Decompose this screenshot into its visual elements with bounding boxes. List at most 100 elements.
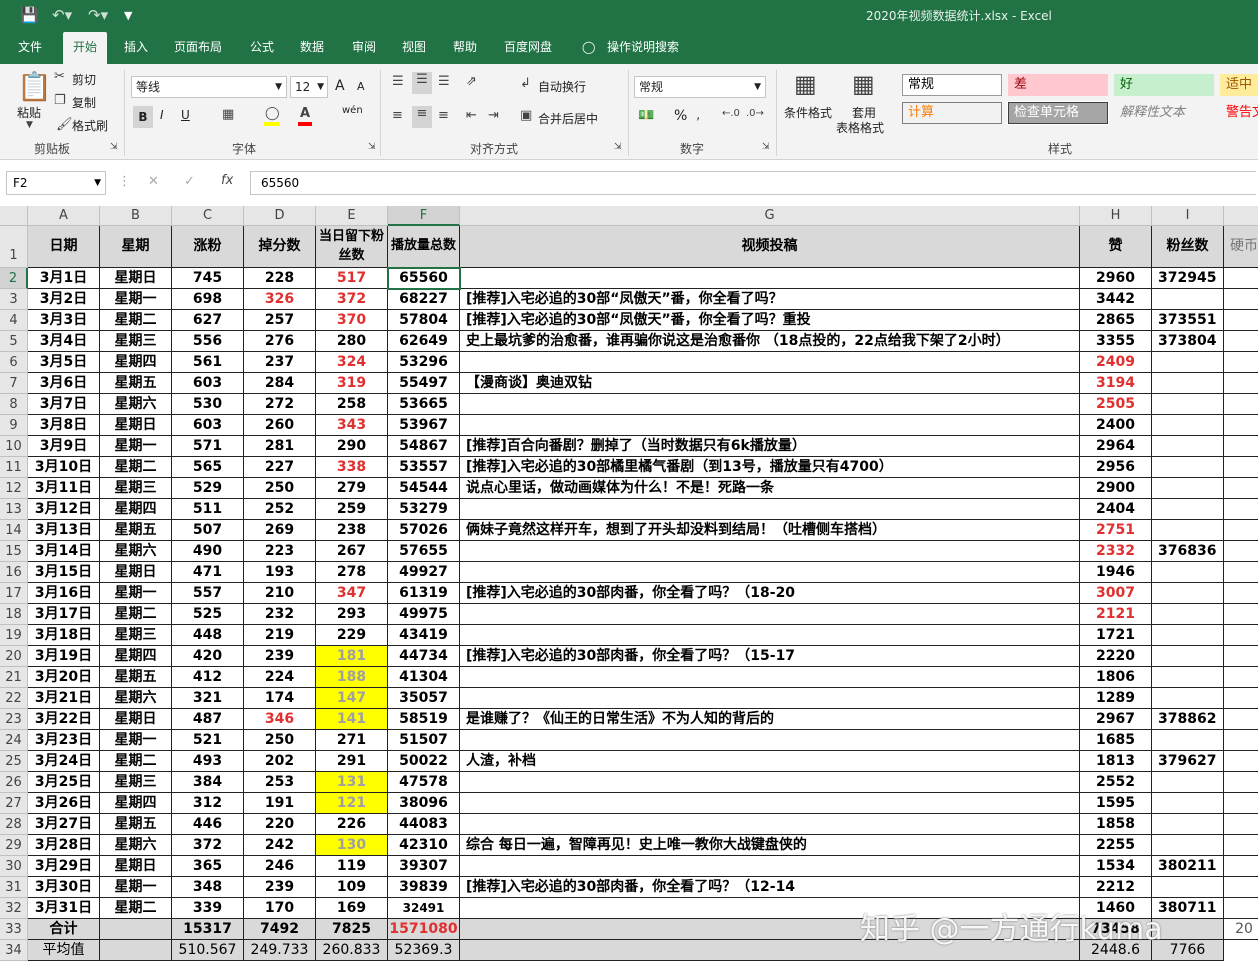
wrap-text-button[interactable]: 自动换行 <box>538 78 586 95</box>
font-size-select[interactable]: 12 ▼ <box>290 76 328 98</box>
cell-D23[interactable]: 346 <box>244 709 316 730</box>
cell-I22[interactable] <box>1152 688 1224 709</box>
cell-G19[interactable] <box>460 625 1080 646</box>
cell-A21[interactable]: 3月20日 <box>28 667 100 688</box>
cell-F30[interactable]: 39307 <box>388 856 460 877</box>
cell-J28[interactable] <box>1224 814 1258 835</box>
cell-C17[interactable]: 557 <box>172 583 244 604</box>
cell-G15[interactable] <box>460 541 1080 562</box>
cell-F34[interactable]: 52369.3 <box>388 940 460 961</box>
cell-B13[interactable]: 星期四 <box>100 499 172 520</box>
cell-A22[interactable]: 3月21日 <box>28 688 100 709</box>
cell-J30[interactable] <box>1224 856 1258 877</box>
cell-A19[interactable]: 3月18日 <box>28 625 100 646</box>
cell-H31[interactable]: 2212 <box>1080 877 1152 898</box>
cell-B27[interactable]: 星期四 <box>100 793 172 814</box>
underline-button[interactable]: U <box>181 108 190 122</box>
cell-A6[interactable]: 3月5日 <box>28 352 100 373</box>
cell-E13[interactable]: 259 <box>316 499 388 520</box>
cell-H22[interactable]: 1289 <box>1080 688 1152 709</box>
cell-D22[interactable]: 174 <box>244 688 316 709</box>
cell-A26[interactable]: 3月25日 <box>28 772 100 793</box>
column-header-next[interactable] <box>1224 206 1258 226</box>
cell-J15[interactable] <box>1224 541 1258 562</box>
decrease-indent-icon[interactable]: ⇤ <box>466 108 477 123</box>
merge-center-icon[interactable]: ▣ <box>520 108 532 123</box>
cell-B29[interactable]: 星期六 <box>100 835 172 856</box>
cell-E17[interactable]: 347 <box>316 583 388 604</box>
cell-I6[interactable] <box>1152 352 1224 373</box>
cell-C10[interactable]: 571 <box>172 436 244 457</box>
cell-I20[interactable] <box>1152 646 1224 667</box>
row-header-16[interactable]: 16 <box>0 562 28 583</box>
name-box[interactable]: F2 ▼ <box>6 171 106 195</box>
cell-J9[interactable] <box>1224 415 1258 436</box>
cell-B9[interactable]: 星期日 <box>100 415 172 436</box>
cell-A23[interactable]: 3月22日 <box>28 709 100 730</box>
cell-F33[interactable]: 1571080 <box>388 919 460 940</box>
tab-formulas[interactable]: 公式 <box>250 32 274 64</box>
row-header-20[interactable]: 20 <box>0 646 28 667</box>
cell-D1[interactable]: 掉分数 <box>244 226 316 268</box>
cell-I2[interactable]: 372945 <box>1152 268 1224 289</box>
cell-H13[interactable]: 2404 <box>1080 499 1152 520</box>
cell-J22[interactable] <box>1224 688 1258 709</box>
cell-E24[interactable]: 271 <box>316 730 388 751</box>
cell-C32[interactable]: 339 <box>172 898 244 919</box>
cell-B6[interactable]: 星期四 <box>100 352 172 373</box>
cell-I26[interactable] <box>1152 772 1224 793</box>
row-header-19[interactable]: 19 <box>0 625 28 646</box>
cell-H23[interactable]: 2967 <box>1080 709 1152 730</box>
cell-H15[interactable]: 2332 <box>1080 541 1152 562</box>
cell-style-5[interactable]: 计算 <box>902 102 1002 124</box>
cell-D3[interactable]: 326 <box>244 289 316 310</box>
cell-E2[interactable]: 517 <box>316 268 388 289</box>
cell-J21[interactable] <box>1224 667 1258 688</box>
cell-A8[interactable]: 3月7日 <box>28 394 100 415</box>
cell-C34[interactable]: 510.567 <box>172 940 244 961</box>
row-header-22[interactable]: 22 <box>0 688 28 709</box>
increase-decimal-icon[interactable]: ←.0 <box>722 108 740 119</box>
cell-A25[interactable]: 3月24日 <box>28 751 100 772</box>
align-right-icon[interactable]: ≡ <box>438 108 449 123</box>
cell-E30[interactable]: 119 <box>316 856 388 877</box>
cell-E32[interactable]: 169 <box>316 898 388 919</box>
row-header-14[interactable]: 14 <box>0 520 28 541</box>
cell-I12[interactable] <box>1152 478 1224 499</box>
cell-F21[interactable]: 41304 <box>388 667 460 688</box>
orientation-icon[interactable]: ⇗ <box>466 74 477 89</box>
cell-C24[interactable]: 521 <box>172 730 244 751</box>
row-header-31[interactable]: 31 <box>0 877 28 898</box>
cell-I1[interactable]: 粉丝数 <box>1152 226 1224 268</box>
cancel-icon[interactable]: ✕ <box>148 174 159 189</box>
cell-E4[interactable]: 370 <box>316 310 388 331</box>
cell-G7[interactable]: 【漫商谈】奥迪双钻 <box>460 373 1080 394</box>
cell-E31[interactable]: 109 <box>316 877 388 898</box>
cell-B25[interactable]: 星期二 <box>100 751 172 772</box>
cell-D34[interactable]: 249.733 <box>244 940 316 961</box>
cell-I29[interactable] <box>1152 835 1224 856</box>
cell-A28[interactable]: 3月27日 <box>28 814 100 835</box>
cell-F26[interactable]: 47578 <box>388 772 460 793</box>
cell-B34[interactable] <box>100 940 172 961</box>
cell-A16[interactable]: 3月15日 <box>28 562 100 583</box>
cell-H29[interactable]: 2255 <box>1080 835 1152 856</box>
cell-G23[interactable]: 是谁赚了？《仙王的日常生活》不为人知的背后的 <box>460 709 1080 730</box>
cell-F18[interactable]: 49975 <box>388 604 460 625</box>
cell-G13[interactable] <box>460 499 1080 520</box>
row-header-30[interactable]: 30 <box>0 856 28 877</box>
cell-A7[interactable]: 3月6日 <box>28 373 100 394</box>
cell-I5[interactable]: 373804 <box>1152 331 1224 352</box>
copy-icon[interactable]: ❐ <box>54 93 66 108</box>
cell-H21[interactable]: 1806 <box>1080 667 1152 688</box>
row-header-28[interactable]: 28 <box>0 814 28 835</box>
cell-A33[interactable]: 合计 <box>28 919 100 940</box>
cell-G27[interactable] <box>460 793 1080 814</box>
dialog-launcher-icon[interactable]: ⇲ <box>762 142 770 152</box>
cell-D11[interactable]: 227 <box>244 457 316 478</box>
cell-C13[interactable]: 511 <box>172 499 244 520</box>
cell-B15[interactable]: 星期六 <box>100 541 172 562</box>
cell-J7[interactable] <box>1224 373 1258 394</box>
cell-C15[interactable]: 490 <box>172 541 244 562</box>
cell-B21[interactable]: 星期五 <box>100 667 172 688</box>
